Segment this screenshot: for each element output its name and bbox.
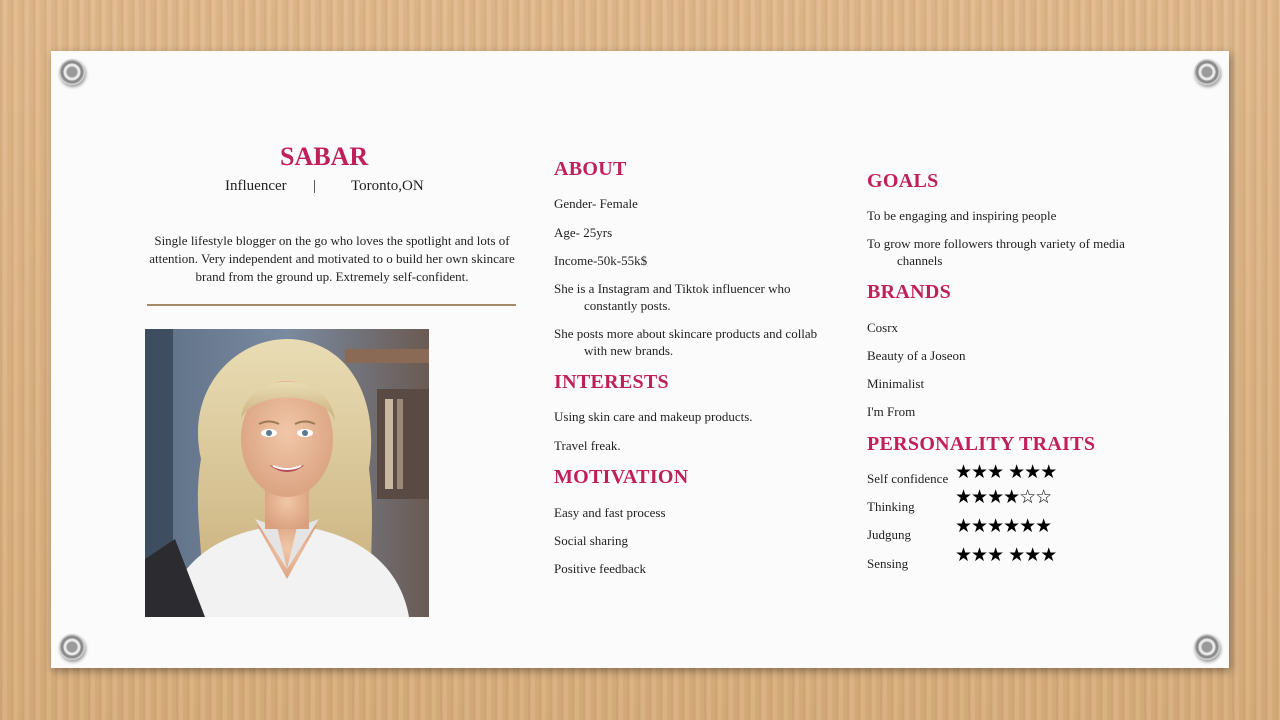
interest-item: Using skin care and makeup products. <box>554 409 753 424</box>
motivation-item: Easy and fast process <box>554 505 666 520</box>
goal-item: To grow more followers through variety o… <box>867 235 1125 269</box>
interest-item: Travel freak. <box>554 438 621 453</box>
persona-role: Influencer <box>225 178 287 194</box>
motivation-item: Social sharing <box>554 533 629 548</box>
about-platforms: She is a Instagram and Tiktok influencer… <box>554 280 791 314</box>
brand-item: Minimalist <box>867 376 925 391</box>
trait-rating-stars: ★★★★★★ <box>955 515 1052 537</box>
trait-rating-stars: ★★★ ★★★ <box>955 544 1057 566</box>
goal-item: To be engaging and inspiring people <box>867 208 1057 223</box>
persona-bio: Single lifestyle blogger on the go who l… <box>149 233 515 284</box>
trait-rating-stars: ★★★★☆☆ <box>955 486 1052 508</box>
persona-location: Toronto,ON <box>351 178 424 194</box>
brand-item: Cosrx <box>867 320 899 335</box>
trait-label: Judgung <box>867 527 912 542</box>
pin-icon-bottom-right <box>1194 634 1220 660</box>
brand-item: Beauty of a Joseon <box>867 348 966 363</box>
about-platforms-line2: constantly posts. <box>584 298 671 313</box>
about-heading: ABOUT <box>554 158 627 180</box>
pin-icon-bottom-left <box>59 634 85 660</box>
trait-label: Self confidence <box>867 471 949 486</box>
personality-heading: PERSONALITY TRAITS <box>867 433 1096 455</box>
goal-item-line2: channels <box>897 253 943 268</box>
persona-photo <box>145 329 429 617</box>
persona-name: SABAR <box>280 142 369 171</box>
about-income: Income-50k-55k$ <box>554 253 648 268</box>
goals-heading: GOALS <box>867 170 939 192</box>
trait-rating-stars: ★★★ ★★★ <box>955 461 1057 483</box>
brand-item: I'm From <box>867 404 916 419</box>
trait-label: Sensing <box>867 556 909 571</box>
about-age: Age- 25yrs <box>554 225 613 240</box>
about-content-line2: with new brands. <box>584 343 674 358</box>
about-gender: Gender- Female <box>554 196 638 211</box>
interests-heading: INTERESTS <box>554 371 669 393</box>
about-platforms-line1: She is a Instagram and Tiktok influencer… <box>554 281 791 296</box>
motivation-item: Positive feedback <box>554 561 647 576</box>
about-content-line1: She posts more about skincare products a… <box>554 326 818 341</box>
role-separator: | <box>313 178 317 194</box>
divider <box>147 304 516 306</box>
pin-icon-top-right <box>1194 59 1220 85</box>
about-content: She posts more about skincare products a… <box>554 325 817 359</box>
goal-item-line1: To grow more followers through variety o… <box>867 236 1125 251</box>
trait-label: Thinking <box>867 499 915 514</box>
brands-heading: BRANDS <box>867 281 952 303</box>
motivation-heading: MOTIVATION <box>554 466 689 488</box>
pin-icon-top-left <box>59 59 85 85</box>
